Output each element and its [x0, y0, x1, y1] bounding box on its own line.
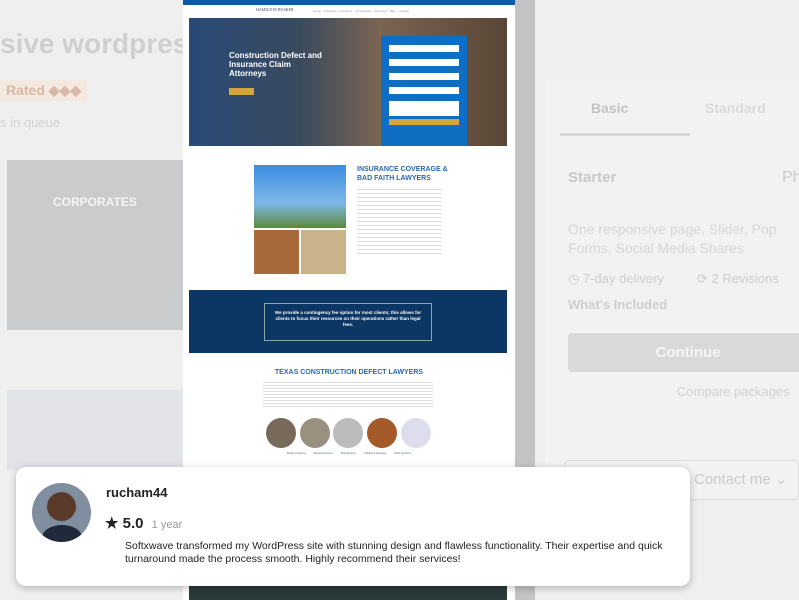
circle-label: HVAC Systems — [394, 452, 412, 455]
whats-included[interactable]: What's Included — [568, 297, 667, 312]
contingency-banner: We provide a contingency fee option for … — [189, 290, 507, 353]
hero-form — [381, 36, 467, 146]
delivery-label: 7-day delivery — [582, 271, 664, 286]
rating: ★ 5.0 1 year — [105, 514, 182, 532]
continue-button[interactable]: Continue — [568, 333, 799, 372]
circle-label: Window Systems — [313, 452, 333, 455]
reviewer-username[interactable]: rucham44 — [106, 485, 167, 500]
contact-label: Contact me — [694, 471, 771, 488]
revisions-label: 2 Revisions — [711, 271, 779, 286]
gallery-thumbnail-2[interactable] — [7, 390, 183, 470]
banner-text: We provide a contingency fee option for … — [264, 303, 432, 341]
package-panel: Basic Standard Starter Ph One responsive… — [545, 80, 799, 500]
revisions: ⟳ 2 Revisions — [697, 271, 779, 286]
package-name: Starter — [568, 169, 617, 186]
preview-brand: HAMILTON BUSKER — [256, 7, 294, 12]
texas-title: TEXAS CONSTRUCTION DEFECT LAWYERS — [274, 369, 424, 376]
package-description: One responsive page, Slider, Pop Forms, … — [568, 221, 777, 256]
rated-badge: Rated ◆◆◆ — [0, 80, 88, 101]
review-time: 1 year — [151, 519, 183, 531]
thumbnail-caption: CORPORATES — [53, 195, 137, 209]
avatar — [32, 483, 91, 542]
circle-label: Wall Systems — [340, 452, 356, 455]
hero-title: Construction Defect and Insurance Claim … — [229, 51, 322, 78]
section-title: INSURANCE COVERAGE & BAD FAITH LAWYERS — [357, 166, 448, 182]
tab-basic[interactable]: Basic — [591, 100, 628, 116]
gig-title: sive wordpress — [0, 28, 204, 59]
preview-hero: Construction Defect and Insurance Claim … — [189, 18, 507, 146]
queue-text: s in queue — [0, 115, 60, 130]
compare-packages-link[interactable]: Compare packages — [677, 384, 790, 399]
package-price: Ph — [782, 169, 799, 186]
star-icon: ★ — [105, 515, 119, 532]
review-card: rucham44 ★ 5.0 1 year Softxwave transfor… — [16, 467, 690, 586]
tab-standard[interactable]: Standard — [705, 100, 766, 116]
circle-label: Grading & Drainage — [363, 452, 387, 455]
rating-value: 5.0 — [122, 515, 144, 532]
delivery-time: ◷ 7-day delivery — [568, 271, 664, 286]
circle-label: Roofing Systems — [286, 452, 306, 455]
gallery-thumbnail[interactable]: CORPORATES — [7, 160, 183, 330]
review-text: Softxwave transformed my WordPress site … — [125, 540, 663, 565]
